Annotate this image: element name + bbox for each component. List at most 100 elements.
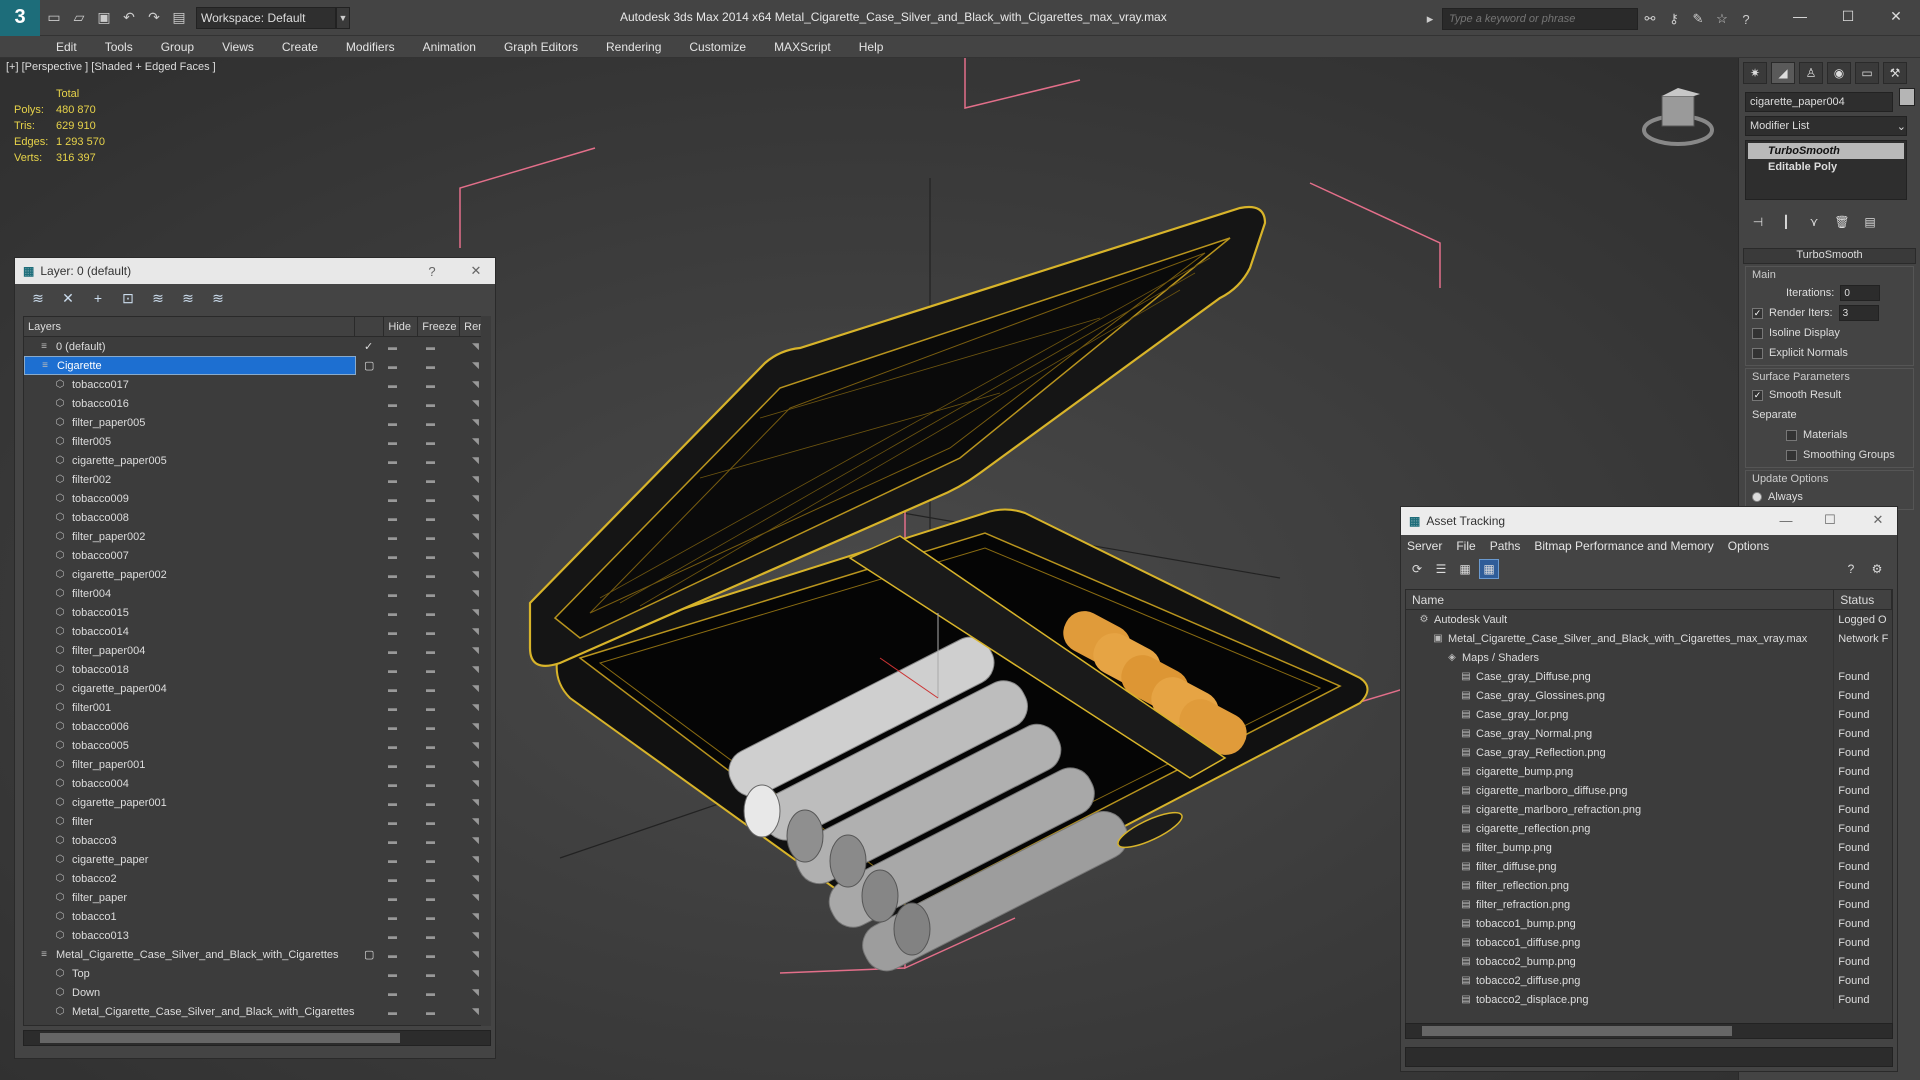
layer-name-cell[interactable]: ⬡ filter_paper001 <box>24 755 356 774</box>
asset-window-titlebar[interactable]: ▦ Asset Tracking — ☐ ✕ <box>1401 507 1897 535</box>
render-toggle-icon[interactable]: ◥ <box>472 493 479 504</box>
layer-vertical-scrollbar[interactable] <box>481 316 491 1026</box>
hide-toggle-icon[interactable]: ▬ <box>388 589 397 599</box>
layer-row[interactable]: ⬡ filter_paper005 ▬ ▬ ◥ <box>24 413 490 432</box>
hide-toggle-icon[interactable]: ▬ <box>388 684 397 694</box>
asset-row[interactable]: ▤ tobacco2_diffuse.png Found <box>1406 971 1892 990</box>
freeze-toggle-icon[interactable]: ▬ <box>426 665 435 675</box>
explicit-normals-checkbox[interactable] <box>1752 347 1763 359</box>
hide-toggle-icon[interactable]: ▬ <box>388 570 397 580</box>
display-tab-icon[interactable]: ▭ <box>1855 62 1879 84</box>
asset-row[interactable]: ▤ tobacco2_bump.png Found <box>1406 952 1892 971</box>
layer-name-cell[interactable]: ⬡ filter_paper005 <box>24 413 356 432</box>
layer-name-cell[interactable]: ⬡ cigarette_paper005 <box>24 451 356 470</box>
layer-name-cell[interactable]: ⬡ tobacco017 <box>24 375 356 394</box>
asset-row[interactable]: ▤ cigarette_marlboro_diffuse.png Found <box>1406 781 1892 800</box>
layer-row[interactable]: ⬡ cigarette_paper005 ▬ ▬ ◥ <box>24 451 490 470</box>
hide-toggle-icon[interactable]: ▬ <box>388 399 397 409</box>
render-toggle-icon[interactable]: ◥ <box>472 987 479 998</box>
asset-row[interactable]: ▤ Case_gray_Normal.png Found <box>1406 724 1892 743</box>
asset-row[interactable]: ▣ Metal_Cigarette_Case_Silver_and_Black_w… <box>1406 629 1892 648</box>
asset-row[interactable]: ▤ Case_gray_lor.png Found <box>1406 705 1892 724</box>
asset-menu-file[interactable]: File <box>1456 539 1475 553</box>
thumbnail-view-icon[interactable]: ▦ <box>1455 559 1475 579</box>
modify-tab-icon[interactable]: ◢ <box>1771 62 1795 84</box>
layer-name-cell[interactable]: ⬡ filter <box>24 812 356 831</box>
freeze-toggle-icon[interactable]: ▬ <box>426 912 435 922</box>
layer-close-button[interactable]: ✕ <box>467 262 485 280</box>
layer-name-cell[interactable]: ⬡ tobacco004 <box>24 774 356 793</box>
freeze-toggle-icon[interactable]: ▬ <box>426 380 435 390</box>
new-file-icon[interactable]: ▭ <box>43 7 65 29</box>
menu-create[interactable]: Create <box>270 40 334 54</box>
delete-layer-icon[interactable]: ✕ <box>57 288 79 308</box>
layer-row[interactable]: ⬡ tobacco014 ▬ ▬ ◥ <box>24 622 490 641</box>
freeze-toggle-icon[interactable]: ▬ <box>426 589 435 599</box>
current-layer-check-icon[interactable]: ✓ <box>364 340 373 353</box>
layer-row[interactable]: ≡ Metal_Cigarette_Case_Silver_and_Black_w… <box>24 945 490 964</box>
render-toggle-icon[interactable]: ◥ <box>472 854 479 865</box>
layer-row[interactable]: ≡ Cigarette ▬ ▬ ◥ ▢ <box>24 356 490 375</box>
object-color-swatch[interactable] <box>1899 88 1915 106</box>
layer-row[interactable]: ≡ 0 (default) ▬ ▬ ◥ ✓ <box>24 337 490 356</box>
help-icon[interactable]: ? <box>1734 8 1758 30</box>
always-radio[interactable] <box>1752 492 1762 502</box>
workspace-dropdown[interactable]: Workspace: Default <box>196 6 336 29</box>
layer-name-cell[interactable]: ⬡ cigarette_paper002 <box>24 565 356 584</box>
render-toggle-icon[interactable]: ◥ <box>472 759 479 770</box>
menu-help[interactable]: Help <box>847 40 900 54</box>
asset-row[interactable]: ▤ filter_refraction.png Found <box>1406 895 1892 914</box>
hide-toggle-icon[interactable]: ▬ <box>388 703 397 713</box>
layer-row[interactable]: ⬡ cigarette_paper ▬ ▬ ◥ <box>24 850 490 869</box>
layer-name-cell[interactable]: ⬡ tobacco018 <box>24 660 356 679</box>
asset-row[interactable]: ▤ Case_gray_Reflection.png Found <box>1406 743 1892 762</box>
freeze-toggle-icon[interactable]: ▬ <box>426 437 435 447</box>
hide-toggle-icon[interactable]: ▬ <box>388 532 397 542</box>
render-toggle-icon[interactable]: ◥ <box>472 740 479 751</box>
layer-row[interactable]: ⬡ filter001 ▬ ▬ ◥ <box>24 698 490 717</box>
layer-row[interactable]: ⬡ tobacco008 ▬ ▬ ◥ <box>24 508 490 527</box>
hide-toggle-icon[interactable]: ▬ <box>388 836 397 846</box>
freeze-toggle-icon[interactable]: ▬ <box>426 741 435 751</box>
render-toggle-icon[interactable]: ◥ <box>472 588 479 599</box>
render-toggle-icon[interactable]: ◥ <box>472 531 479 542</box>
hide-all-layers-icon[interactable]: ≋ <box>177 288 199 308</box>
layer-name-cell[interactable]: ⬡ filter001 <box>24 698 356 717</box>
asset-row[interactable]: ▤ Case_gray_Diffuse.png Found <box>1406 667 1892 686</box>
smoothing-groups-checkbox[interactable] <box>1786 449 1797 461</box>
layer-row[interactable]: ⬡ Top ▬ ▬ ◥ <box>24 964 490 983</box>
chevron-right-icon[interactable]: ▸ <box>1418 8 1442 30</box>
asset-close-button[interactable]: ✕ <box>1869 511 1887 529</box>
pin-stack-icon[interactable]: ⊣ <box>1749 214 1767 230</box>
name-column-header[interactable]: Name <box>1406 590 1835 609</box>
hide-toggle-icon[interactable]: ▬ <box>388 418 397 428</box>
configure-modifier-sets-icon[interactable]: ▤ <box>1861 214 1879 230</box>
layer-row[interactable]: ⬡ Metal_Cigarette_Case_Silver_and_Black_w… <box>24 1002 490 1021</box>
render-toggle-icon[interactable]: ◥ <box>472 341 479 352</box>
stack-item-editable-poly[interactable]: Editable Poly <box>1748 159 1904 175</box>
star-icon[interactable]: ☆ <box>1710 8 1734 30</box>
asset-row[interactable]: ▤ tobacco2_displace.png Found <box>1406 990 1892 1009</box>
freeze-toggle-icon[interactable]: ▬ <box>426 684 435 694</box>
hide-toggle-icon[interactable]: ▬ <box>388 874 397 884</box>
create-tab-icon[interactable]: ✷ <box>1743 62 1767 84</box>
isoline-display-checkbox[interactable] <box>1752 327 1763 339</box>
asset-row[interactable]: ▤ tobacco1_diffuse.png Found <box>1406 933 1892 952</box>
render-toggle-icon[interactable]: ◥ <box>472 721 479 732</box>
layer-name-cell[interactable]: ⬡ cigarette_paper <box>24 850 356 869</box>
render-toggle-icon[interactable]: ◥ <box>472 569 479 580</box>
hide-toggle-icon[interactable]: ▬ <box>388 608 397 618</box>
asset-row[interactable]: ▤ cigarette_bump.png Found <box>1406 762 1892 781</box>
freeze-toggle-icon[interactable]: ▬ <box>426 722 435 732</box>
layer-scroll-thumb[interactable] <box>40 1033 400 1043</box>
freeze-toggle-icon[interactable]: ▬ <box>426 779 435 789</box>
hide-toggle-icon[interactable]: ▬ <box>388 950 397 960</box>
render-toggle-icon[interactable]: ◥ <box>472 949 479 960</box>
stack-item-turbosmooth[interactable]: TurboSmooth <box>1748 143 1904 159</box>
layer-name-cell[interactable]: ⬡ tobacco013 <box>24 926 356 945</box>
layer-name-cell[interactable]: ⬡ tobacco006 <box>24 717 356 736</box>
layer-row[interactable]: ⬡ filter_paper004 ▬ ▬ ◥ <box>24 641 490 660</box>
render-toggle-icon[interactable]: ◥ <box>472 626 479 637</box>
motion-tab-icon[interactable]: ◉ <box>1827 62 1851 84</box>
layer-row[interactable]: ⬡ tobacco017 ▬ ▬ ◥ <box>24 375 490 394</box>
